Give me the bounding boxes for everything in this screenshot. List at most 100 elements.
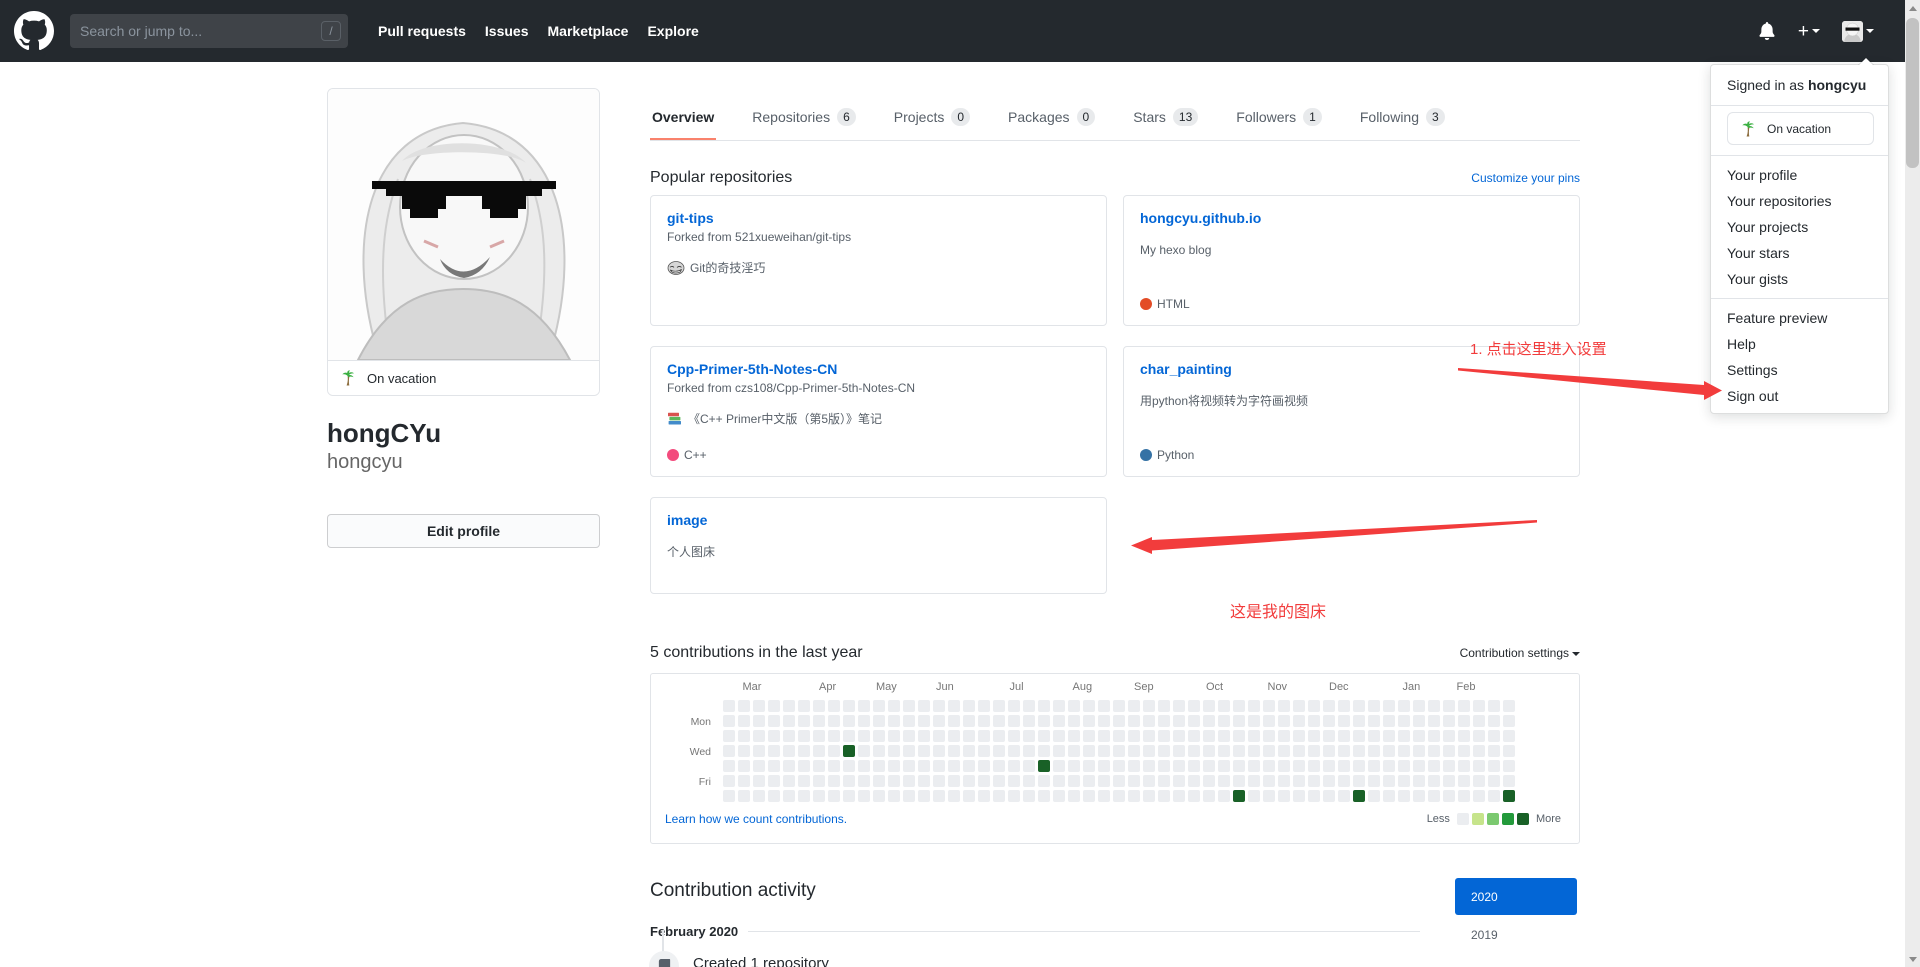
contribution-cell[interactable] [1083, 775, 1095, 787]
menu-item-help[interactable]: Help [1711, 331, 1888, 357]
contribution-cell[interactable] [768, 760, 780, 772]
contribution-cell[interactable] [888, 745, 900, 757]
contribution-cell[interactable] [1188, 700, 1200, 712]
contribution-cell[interactable] [1053, 715, 1065, 727]
contribution-cell[interactable] [1203, 775, 1215, 787]
contribution-cell[interactable] [933, 730, 945, 742]
contribution-cell[interactable] [1218, 745, 1230, 757]
contribution-cell[interactable] [1008, 775, 1020, 787]
contribution-cell[interactable] [753, 745, 765, 757]
contribution-cell[interactable] [888, 775, 900, 787]
contribution-cell[interactable] [813, 700, 825, 712]
contribution-cell[interactable] [1293, 700, 1305, 712]
contribution-cell[interactable] [768, 700, 780, 712]
contribution-cell[interactable] [1428, 715, 1440, 727]
contribution-cell[interactable] [1488, 700, 1500, 712]
contribution-cell[interactable] [1068, 715, 1080, 727]
contribution-cell[interactable] [873, 790, 885, 802]
contribution-cell[interactable] [1503, 775, 1515, 787]
contribution-cell[interactable] [843, 715, 855, 727]
contribution-cell[interactable] [903, 700, 915, 712]
contribution-cell[interactable] [1263, 790, 1275, 802]
contribution-cell[interactable] [1443, 730, 1455, 742]
contribution-cell[interactable] [873, 745, 885, 757]
contribution-cell[interactable] [1473, 790, 1485, 802]
contribution-cell[interactable] [978, 700, 990, 712]
contribution-cell[interactable] [1278, 790, 1290, 802]
contribution-cell[interactable] [783, 760, 795, 772]
contribution-cell[interactable] [1023, 790, 1035, 802]
contribution-cell[interactable] [798, 700, 810, 712]
contribution-cell[interactable] [723, 760, 735, 772]
contribution-cell[interactable] [1158, 730, 1170, 742]
contribution-cell[interactable] [1263, 745, 1275, 757]
contribution-cell[interactable] [1083, 790, 1095, 802]
contribution-cell[interactable] [1203, 745, 1215, 757]
contribution-cell[interactable] [738, 775, 750, 787]
contribution-cell[interactable] [1323, 745, 1335, 757]
profile-avatar-image[interactable] [328, 89, 599, 360]
contribution-cell[interactable] [843, 745, 855, 757]
contribution-cell[interactable] [918, 700, 930, 712]
contribution-cell[interactable] [948, 715, 960, 727]
contribution-cell[interactable] [1143, 745, 1155, 757]
contribution-cell[interactable] [1008, 700, 1020, 712]
contribution-cell[interactable] [738, 700, 750, 712]
menu-item-your-projects[interactable]: Your projects [1711, 214, 1888, 240]
contribution-cell[interactable] [1413, 775, 1425, 787]
contribution-cell[interactable] [723, 715, 735, 727]
contribution-cell[interactable] [933, 790, 945, 802]
contribution-cell[interactable] [843, 700, 855, 712]
contribution-cell[interactable] [993, 760, 1005, 772]
contribution-cell[interactable] [993, 745, 1005, 757]
contribution-cell[interactable] [1368, 700, 1380, 712]
contribution-cell[interactable] [1113, 700, 1125, 712]
contribution-cell[interactable] [1068, 790, 1080, 802]
contribution-cell[interactable] [963, 745, 975, 757]
contribution-cell[interactable] [918, 775, 930, 787]
contribution-cell[interactable] [828, 715, 840, 727]
contribution-cell[interactable] [1233, 760, 1245, 772]
menu-item-feature-preview[interactable]: Feature preview [1711, 305, 1888, 331]
contribution-cell[interactable] [873, 715, 885, 727]
contribution-cell[interactable] [1188, 775, 1200, 787]
contribution-cell[interactable] [1068, 760, 1080, 772]
contribution-cell[interactable] [1458, 715, 1470, 727]
contribution-cell[interactable] [918, 790, 930, 802]
contribution-cell[interactable] [1473, 730, 1485, 742]
contribution-cell[interactable] [963, 790, 975, 802]
contribution-cell[interactable] [1278, 760, 1290, 772]
contribution-cell[interactable] [1233, 700, 1245, 712]
year-2020-button[interactable]: 2020 [1455, 878, 1577, 915]
contribution-cell[interactable] [993, 790, 1005, 802]
contribution-cell[interactable] [1203, 700, 1215, 712]
menu-item-sign-out[interactable]: Sign out [1711, 383, 1888, 409]
contribution-cell[interactable] [1443, 790, 1455, 802]
contribution-cell[interactable] [1173, 760, 1185, 772]
contribution-cell[interactable] [1218, 700, 1230, 712]
contribution-cell[interactable] [1488, 760, 1500, 772]
contribution-cell[interactable] [1503, 715, 1515, 727]
contribution-cell[interactable] [1098, 760, 1110, 772]
contribution-cell[interactable] [1398, 700, 1410, 712]
contribution-cell[interactable] [828, 775, 840, 787]
menu-item-your-gists[interactable]: Your gists [1711, 266, 1888, 292]
contribution-cell[interactable] [1413, 715, 1425, 727]
contribution-cell[interactable] [1128, 760, 1140, 772]
contribution-cell[interactable] [768, 715, 780, 727]
contribution-cell[interactable] [1293, 715, 1305, 727]
contribution-cell[interactable] [1023, 760, 1035, 772]
contribution-cell[interactable] [1188, 730, 1200, 742]
contribution-cell[interactable] [783, 775, 795, 787]
contribution-cell[interactable] [993, 730, 1005, 742]
contribution-cell[interactable] [963, 700, 975, 712]
contribution-cell[interactable] [813, 775, 825, 787]
count-contributions-link[interactable]: Learn how we count contributions. [665, 812, 847, 826]
contribution-cell[interactable] [933, 745, 945, 757]
contribution-cell[interactable] [1083, 715, 1095, 727]
contribution-cell[interactable] [1038, 790, 1050, 802]
contribution-cell[interactable] [1248, 775, 1260, 787]
contribution-cell[interactable] [738, 760, 750, 772]
contribution-cell[interactable] [1218, 790, 1230, 802]
contribution-cell[interactable] [1143, 730, 1155, 742]
